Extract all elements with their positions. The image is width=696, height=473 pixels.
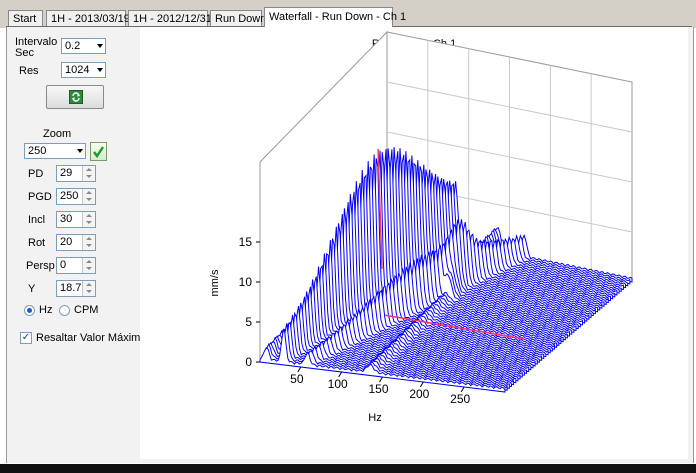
zoom-select[interactable]: 250 [24, 143, 86, 159]
tab-start[interactable]: Start [8, 10, 43, 26]
stepper-arrows-icon[interactable] [82, 212, 95, 227]
window-bottom-edge [0, 464, 696, 473]
rot-value: 20 [60, 236, 73, 248]
refresh-icon [69, 90, 83, 104]
rot-label: Rot [28, 237, 46, 249]
pd-value: 29 [60, 167, 73, 179]
incl-value: 30 [60, 213, 73, 225]
chevron-down-icon [97, 68, 103, 72]
refresh-button[interactable] [46, 85, 104, 109]
waterfall-plot: Run Down - Ch 1 mm/s Hz 0510155010015020… [140, 27, 688, 459]
tab-1h-2012-12-31[interactable]: 1H - 2012/12/31 [128, 10, 212, 26]
zoom-value: 250 [28, 145, 47, 157]
tab-run-down[interactable]: Run Down [210, 10, 266, 26]
z-tick-label: 15 [239, 235, 253, 249]
stepper-arrows-icon[interactable] [82, 189, 95, 204]
res-label: Res [19, 65, 39, 77]
cpm-label: CPM [74, 304, 99, 316]
tab-waterfall-run-down[interactable]: Waterfall - Run Down - Ch 1 [264, 7, 406, 27]
hz-label: Hz [39, 304, 53, 316]
checkmark-icon [93, 146, 104, 159]
pgd-value: 250 [60, 190, 79, 202]
pgd-stepper[interactable]: 250 [56, 188, 96, 205]
tab-1h-2013-03-19[interactable]: 1H - 2013/03/19 [46, 10, 130, 26]
x-tick-label: 200 [409, 387, 429, 401]
x-tick-label: 250 [450, 392, 470, 406]
persp-label: Persp [26, 260, 55, 272]
intervalo-select[interactable]: 0.2 [61, 38, 106, 54]
pd-stepper[interactable]: 29 [56, 165, 96, 182]
z-tick-label: 0 [245, 355, 252, 369]
tab-bar: Start 1H - 2013/03/19 1H - 2012/12/31 Ru… [0, 0, 696, 28]
stepper-arrows-icon[interactable] [82, 235, 95, 250]
intervalo-label: Intervalo Sec [15, 36, 58, 59]
res-value: 1024 [65, 64, 90, 76]
chevron-down-icon [77, 149, 83, 153]
y-value: 18.7 [60, 282, 82, 294]
resaltar-checkbox[interactable]: ✓ [20, 332, 32, 344]
x-axis-label: Hz [368, 412, 381, 424]
z-tick-label: 5 [245, 315, 252, 329]
stepper-arrows-icon[interactable] [82, 258, 95, 273]
waterfall-svg: mm/s Hz 0 5 10 15 50 100 150 200 250 [209, 30, 633, 424]
y-stepper[interactable]: 18.7 [56, 280, 96, 297]
zoom-label: Zoom [43, 128, 72, 140]
x-tick-label: 150 [368, 382, 388, 396]
incl-label: Incl [28, 214, 46, 226]
persp-value: 0 [60, 259, 67, 271]
pgd-label: PGD [28, 191, 52, 203]
chevron-down-icon [97, 44, 103, 48]
settings-panel: Intervalo Sec 0.2 Res 1024 Zoom 250 PD 2… [7, 27, 146, 459]
stepper-arrows-icon[interactable] [82, 166, 95, 181]
y-label: Y [28, 283, 36, 295]
x-tick-label: 100 [328, 377, 348, 391]
rot-stepper[interactable]: 20 [56, 234, 96, 251]
cpm-radio[interactable] [59, 305, 70, 316]
persp-stepper[interactable]: 0 [56, 257, 96, 274]
hz-radio[interactable] [24, 305, 35, 316]
resaltar-label: Resaltar Valor Máximo [36, 332, 147, 344]
y-axis-label: mm/s [209, 269, 221, 296]
z-tick-label: 10 [239, 275, 253, 289]
main-panel: Intervalo Sec 0.2 Res 1024 Zoom 250 PD 2… [6, 27, 694, 463]
apply-zoom-button[interactable] [90, 142, 107, 161]
pd-label: PD [28, 168, 44, 180]
intervalo-value: 0.2 [65, 40, 81, 52]
incl-stepper[interactable]: 30 [56, 211, 96, 228]
res-select[interactable]: 1024 [61, 62, 106, 78]
stepper-arrows-icon[interactable] [82, 281, 95, 296]
x-tick-label: 50 [290, 372, 304, 386]
